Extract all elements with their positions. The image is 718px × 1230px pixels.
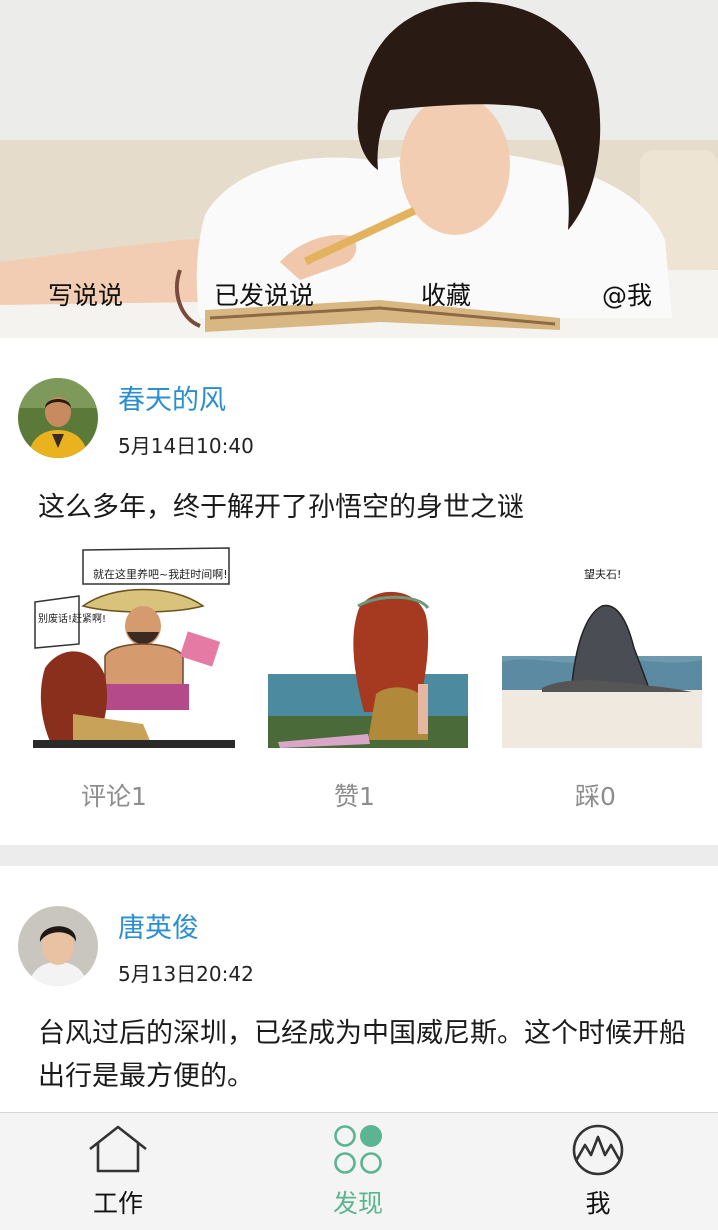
nav-item-work[interactable]: 工作	[38, 1113, 198, 1230]
post-time: 5月13日20:42	[118, 962, 254, 986]
house-icon	[89, 1125, 147, 1173]
dislike-button[interactable]: 踩0	[575, 772, 616, 822]
feed-card: 唐英俊 5月13日20:42 台风过后的深圳，已经成为中国威尼斯。这个时候开船出…	[0, 866, 718, 1116]
tab-favorites[interactable]: 收藏	[421, 276, 471, 316]
author-name[interactable]: 唐英俊	[118, 906, 199, 945]
post-text: 这么多年，终于解开了孙悟空的身世之谜	[38, 492, 524, 523]
comment-button[interactable]: 评论1	[81, 772, 147, 822]
header-banner: 写说说 已发说说 收藏 @我	[0, 0, 718, 338]
post-time: 5月14日10:40	[118, 434, 254, 458]
comic-caption-side: 别废话!赶紧啊!	[38, 612, 106, 625]
like-button[interactable]: 赞1	[334, 772, 375, 822]
author-name[interactable]: 春天的风	[118, 378, 226, 417]
avatar[interactable]	[18, 378, 98, 458]
nav-item-me[interactable]: 我	[518, 1113, 678, 1230]
nav-label-discover: 发现	[332, 1189, 383, 1218]
tab-mentions[interactable]: @我	[602, 276, 652, 316]
bottom-nav: 工作 发现 我	[0, 1112, 718, 1230]
post-actions: 评论1 赞1 踩0	[0, 772, 718, 822]
profile-icon	[572, 1124, 624, 1176]
post-text: 台风过后的深圳，已经成为中国威尼斯。这个时候开船出行是最方便的。	[38, 1018, 686, 1092]
nav-item-discover[interactable]: 发现	[278, 1113, 438, 1230]
avatar[interactable]	[18, 906, 98, 986]
tab-write-post[interactable]: 写说说	[48, 276, 123, 316]
nav-label-me: 我	[585, 1189, 611, 1218]
header-tabs: 写说说 已发说说 收藏 @我	[0, 276, 718, 320]
feed-card: 春天的风 5月14日10:40 这么多年，终于解开了孙悟空的身世之谜 就在这里养…	[0, 338, 718, 845]
discover-icon	[334, 1125, 382, 1174]
nav-label-work: 工作	[92, 1189, 143, 1218]
tab-sent-posts[interactable]: 已发说说	[214, 276, 314, 316]
comic-caption-top: 望夫石!	[584, 568, 621, 581]
post-image[interactable]: 就在这里养吧~我赶时间啊! 别废话!赶紧啊!	[33, 544, 235, 748]
comic-caption-top: 就在这里养吧~我赶时间啊!	[93, 567, 228, 581]
post-image[interactable]	[268, 544, 468, 748]
post-image[interactable]: 望夫石!	[502, 544, 702, 748]
